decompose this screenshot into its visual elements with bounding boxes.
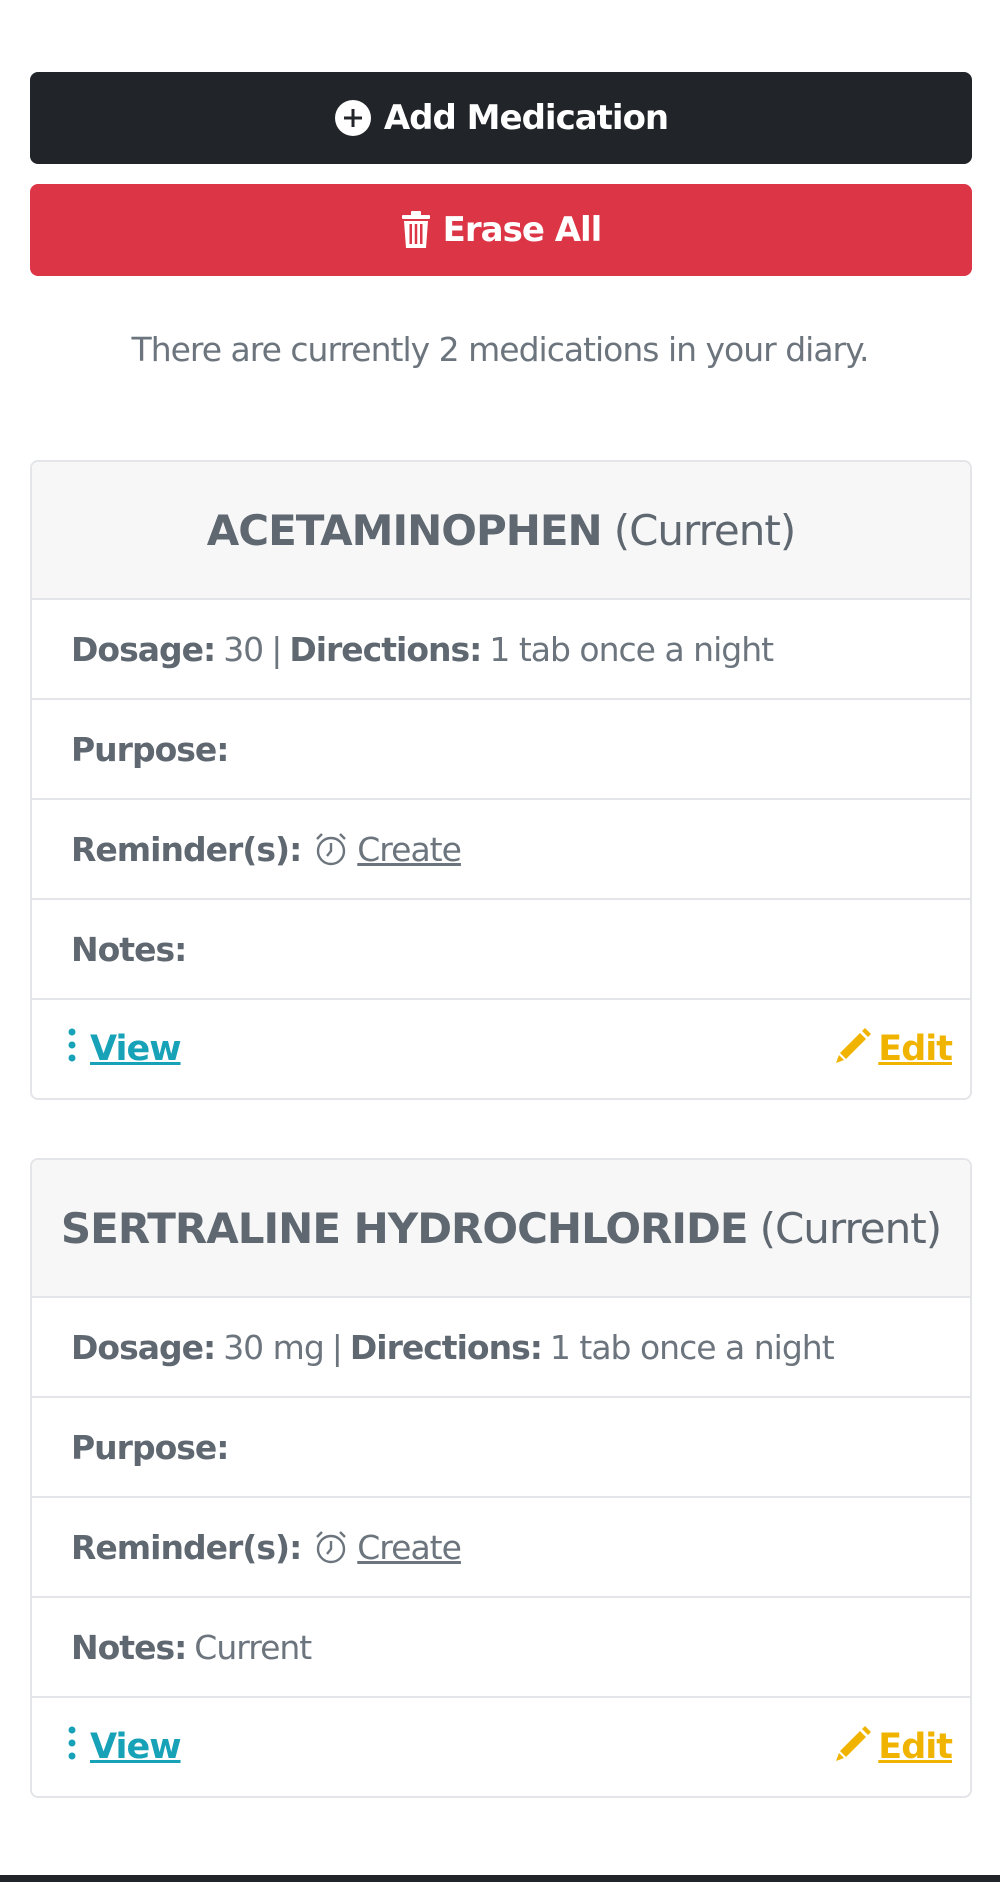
purpose-row: Purpose:	[32, 1398, 970, 1498]
separator: |	[271, 629, 282, 669]
directions-value: 1 tab once a night	[489, 629, 774, 669]
medication-card: ACETAMINOPHEN (Current) Dosage: 30 | Dir…	[30, 460, 972, 1100]
notes-value: Current	[194, 1627, 312, 1667]
dosage-row: Dosage: 30 | Directions: 1 tab once a ni…	[32, 600, 970, 700]
reminders-label: Reminder(s):	[71, 829, 302, 869]
edit-label: Edit	[878, 1727, 953, 1767]
create-reminder-link[interactable]: Create	[357, 830, 462, 869]
notes-row: Notes: Current	[32, 1598, 970, 1698]
directions-label: Directions:	[289, 629, 482, 669]
trash-icon	[401, 211, 431, 249]
edit-link[interactable]: Edit	[834, 1025, 953, 1074]
separator: |	[331, 1327, 343, 1367]
view-link[interactable]: View	[68, 1725, 182, 1770]
card-header: ACETAMINOPHEN (Current)	[32, 462, 970, 600]
medication-name: ACETAMINOPHEN	[206, 505, 603, 555]
reminders-row: Reminder(s): Create	[32, 800, 970, 900]
erase-all-label: Erase All	[442, 210, 603, 250]
kebab-vertical-icon	[68, 1027, 76, 1072]
plus-circle-icon	[334, 99, 372, 137]
medication-name: SERTRALINE HYDROCHLORIDE	[60, 1203, 749, 1253]
bottom-bar	[0, 1875, 1000, 1882]
view-label: View	[90, 1727, 182, 1767]
create-reminder-link[interactable]: Create	[357, 1528, 462, 1567]
dosage-label: Dosage:	[71, 629, 216, 669]
view-link[interactable]: View	[68, 1027, 182, 1072]
dosage-value: 30 mg	[223, 1327, 325, 1367]
medication-status: (Current)	[759, 1203, 943, 1253]
view-label: View	[90, 1029, 182, 1069]
card-footer: View Edit	[32, 1698, 970, 1796]
notes-label: Notes:	[71, 1627, 187, 1667]
add-medication-label: Add Medication	[383, 98, 669, 138]
pencil-icon	[834, 1025, 874, 1074]
add-medication-button[interactable]: Add Medication	[30, 72, 972, 164]
card-header: SERTRALINE HYDROCHLORIDE (Current)	[32, 1160, 970, 1298]
reminders-label: Reminder(s):	[71, 1527, 302, 1567]
directions-value: 1 tab once a night	[549, 1327, 835, 1367]
alarm-clock-icon	[313, 1529, 349, 1565]
kebab-vertical-icon	[68, 1725, 76, 1770]
pencil-icon	[834, 1723, 874, 1772]
purpose-row: Purpose:	[32, 700, 970, 800]
medication-status: (Current)	[613, 505, 797, 555]
notes-row: Notes:	[32, 900, 970, 1000]
dosage-row: Dosage: 30 mg | Directions: 1 tab once a…	[32, 1298, 970, 1398]
edit-link[interactable]: Edit	[834, 1723, 953, 1772]
alarm-clock-icon	[313, 831, 349, 867]
erase-all-button[interactable]: Erase All	[30, 184, 972, 276]
purpose-label: Purpose:	[71, 1427, 229, 1467]
directions-label: Directions:	[349, 1327, 543, 1367]
dosage-value: 30	[223, 629, 264, 669]
dosage-label: Dosage:	[71, 1327, 216, 1367]
edit-label: Edit	[878, 1029, 953, 1069]
medication-card: SERTRALINE HYDROCHLORIDE (Current) Dosag…	[30, 1158, 972, 1798]
reminders-row: Reminder(s): Create	[32, 1498, 970, 1598]
purpose-label: Purpose:	[71, 729, 229, 769]
medication-count-summary: There are currently 2 medications in you…	[131, 330, 870, 369]
card-footer: View Edit	[32, 1000, 970, 1098]
notes-label: Notes:	[71, 929, 187, 969]
